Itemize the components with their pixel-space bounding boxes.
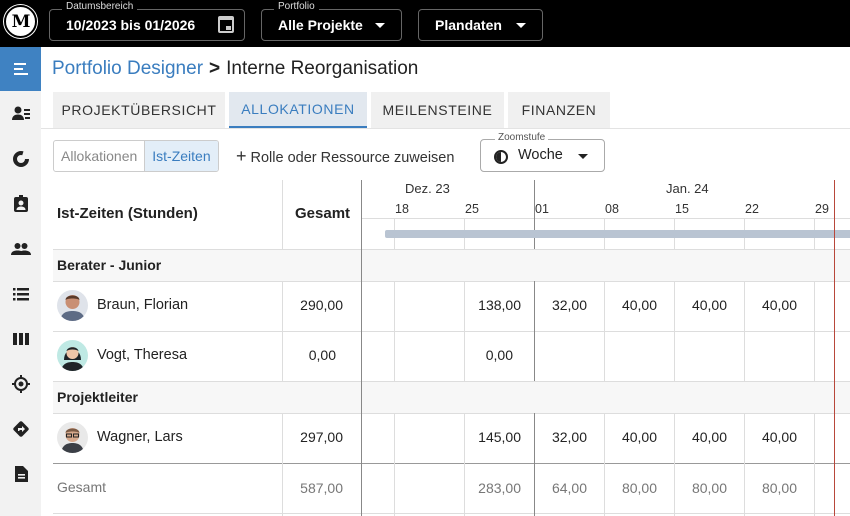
- toggle-allocations[interactable]: Allokationen: [54, 141, 144, 171]
- sidebar-item-assignments[interactable]: [0, 182, 41, 226]
- week-value[interactable]: 145,00: [465, 429, 521, 445]
- portfolio-label: Portfolio: [274, 1, 319, 12]
- sidebar-item-team[interactable]: [0, 227, 41, 271]
- week-label: 25: [465, 202, 479, 216]
- week-total: 80,00: [761, 480, 797, 496]
- app-logo[interactable]: M: [4, 5, 37, 38]
- chevron-down-icon: [516, 23, 526, 28]
- resource-name[interactable]: Wagner, Lars: [97, 429, 183, 445]
- week-total: 64,00: [551, 480, 587, 496]
- breadcrumb: Portfolio Designer > Interne Reorganisatio…: [52, 58, 418, 80]
- date-range-label: Datumsbereich: [62, 1, 138, 12]
- total-header: Gesamt: [295, 205, 351, 222]
- columns-icon: [12, 333, 29, 345]
- week-value[interactable]: 0,00: [465, 347, 513, 363]
- week-value[interactable]: 138,00: [465, 297, 521, 313]
- avatar: [57, 340, 88, 371]
- group-name: Berater - Junior: [57, 257, 162, 273]
- avatar: [57, 290, 88, 321]
- group-name: Projektleiter: [57, 389, 138, 405]
- sidebar-item-board[interactable]: [0, 317, 41, 361]
- project-timeline-bar[interactable]: [385, 230, 850, 238]
- moon-icon: [494, 150, 508, 164]
- week-value[interactable]: 40,00: [675, 429, 727, 445]
- document-icon: [14, 466, 28, 482]
- week-label: 22: [745, 202, 759, 216]
- grand-total: 587,00: [300, 480, 343, 496]
- week-label: 01: [535, 202, 549, 216]
- sidebar-item-resources[interactable]: [0, 92, 41, 136]
- row-total: 0,00: [308, 347, 336, 363]
- week-total: 283,00: [478, 480, 521, 496]
- month-label: Dez. 23: [405, 181, 450, 196]
- week-value[interactable]: 40,00: [605, 297, 657, 313]
- donut-icon: [12, 151, 29, 167]
- date-range-field[interactable]: Datumsbereich 10/2023 bis 01/2026: [49, 1, 245, 41]
- week-total: 80,00: [691, 480, 727, 496]
- person-list-icon: [11, 106, 30, 120]
- week-value[interactable]: 40,00: [745, 429, 797, 445]
- tab-milestones[interactable]: MEILENSTEINE: [371, 92, 504, 128]
- zoom-select[interactable]: Zoomstufe Woche: [480, 132, 605, 172]
- today-marker: [834, 180, 835, 516]
- menu-icon: [12, 60, 30, 78]
- breadcrumb-portfolio-link[interactable]: Portfolio Designer: [52, 58, 203, 79]
- group-row: Projektleiter: [53, 381, 850, 414]
- week-label: 15: [675, 202, 689, 216]
- sidebar: [0, 47, 41, 516]
- tab-allocations[interactable]: ALLOKATIONEN: [229, 92, 367, 128]
- week-value[interactable]: 32,00: [535, 297, 587, 313]
- totals-label: Gesamt: [57, 479, 107, 495]
- portfolio-select[interactable]: Portfolio Alle Projekte: [261, 1, 402, 41]
- week-value[interactable]: 40,00: [605, 429, 657, 445]
- allocation-grid: Berater - Junior Projektleiter Ist-Zeite…: [53, 180, 850, 516]
- resource-name[interactable]: Braun, Florian: [97, 297, 188, 313]
- plan-data-value: Plandaten: [435, 17, 502, 33]
- sidebar-item-menu[interactable]: [0, 47, 41, 91]
- target-icon: [11, 375, 30, 393]
- week-label: 29: [815, 202, 829, 216]
- people-icon: [10, 243, 31, 255]
- assign-role-label: Rolle oder Ressource zuweisen: [250, 150, 455, 166]
- list-icon: [12, 288, 29, 301]
- tab-project-overview[interactable]: PROJEKTÜBERSICHT: [53, 92, 225, 128]
- week-total: 80,00: [621, 480, 657, 496]
- plus-icon: +: [236, 146, 247, 166]
- zoom-label: Zoomstufe: [495, 132, 549, 143]
- tab-divider: [41, 128, 850, 129]
- week-value[interactable]: 32,00: [535, 429, 587, 445]
- avatar: [57, 422, 88, 453]
- week-label: 08: [605, 202, 619, 216]
- sidebar-item-documents[interactable]: [0, 452, 41, 496]
- week-value[interactable]: 40,00: [745, 297, 797, 313]
- tab-finances[interactable]: FINANZEN: [508, 92, 610, 128]
- portfolio-value: Alle Projekte: [278, 17, 363, 33]
- date-range-value: 10/2023 bis 01/2026: [66, 17, 196, 33]
- sidebar-item-roadmap[interactable]: [0, 407, 41, 451]
- row-total: 297,00: [300, 429, 343, 445]
- assign-role-button[interactable]: + Rolle oder Ressource zuweisen: [236, 146, 454, 167]
- sidebar-item-goals[interactable]: [0, 362, 41, 406]
- week-label: 18: [395, 202, 409, 216]
- row-total: 290,00: [300, 297, 343, 313]
- breadcrumb-separator: >: [209, 58, 221, 79]
- zoom-value: Woche: [518, 147, 563, 163]
- toggle-actuals[interactable]: Ist-Zeiten: [144, 141, 218, 171]
- chevron-down-icon: [375, 23, 385, 28]
- view-toggle: Allokationen Ist-Zeiten: [53, 140, 219, 172]
- direction-icon: [12, 421, 29, 437]
- resource-name[interactable]: Vogt, Theresa: [97, 347, 187, 363]
- page-title: Interne Reorganisation: [226, 58, 419, 79]
- badge-icon: [13, 195, 28, 212]
- week-value[interactable]: 40,00: [675, 297, 727, 313]
- row-header: Ist-Zeiten (Stunden): [57, 205, 198, 222]
- sidebar-item-portfolio[interactable]: [0, 137, 41, 181]
- group-row: Berater - Junior: [53, 249, 850, 282]
- calendar-icon[interactable]: [218, 16, 234, 33]
- chevron-down-icon: [578, 154, 588, 159]
- sidebar-item-list[interactable]: [0, 272, 41, 316]
- month-label: Jan. 24: [666, 181, 709, 196]
- plan-data-select[interactable]: Plandaten: [418, 9, 543, 41]
- top-bar: M Datumsbereich 10/2023 bis 01/2026 Port…: [0, 0, 850, 47]
